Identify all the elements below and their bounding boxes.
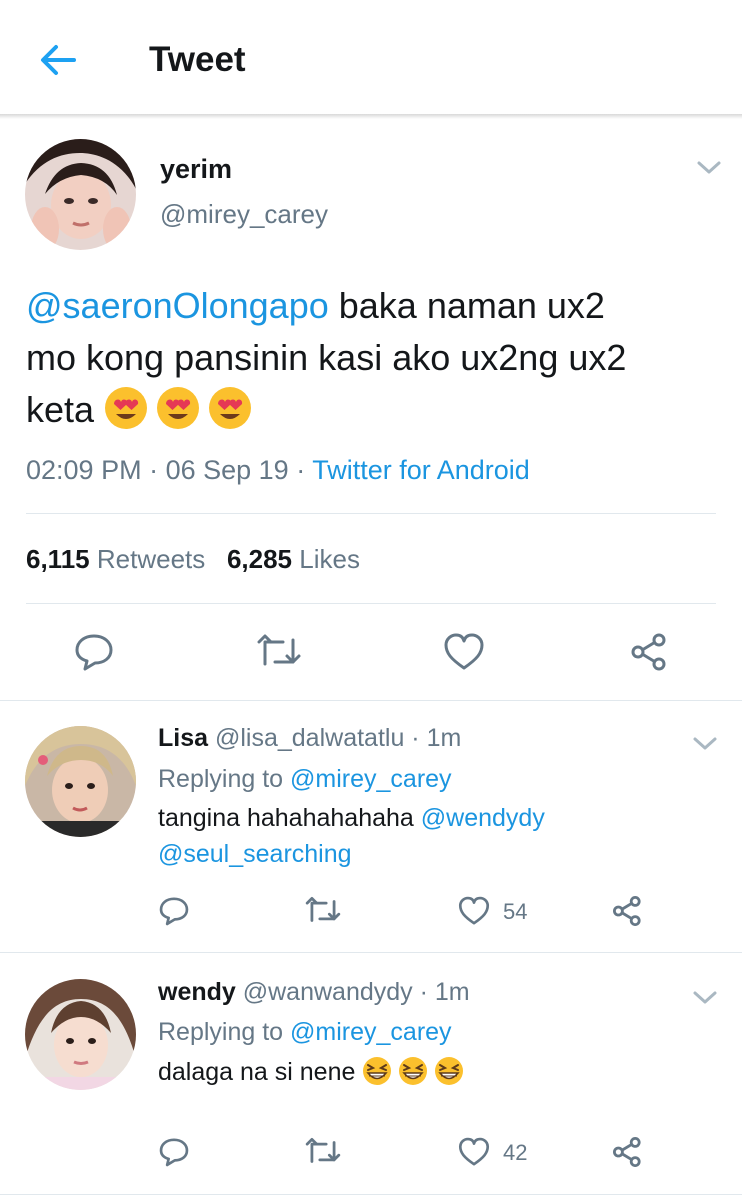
tweet-source-link[interactable]: Twitter for Android [312, 455, 530, 485]
tweet-meta: 02:09 PM · 06 Sep 19 · Twitter for Andro… [26, 450, 530, 490]
separator: · [404, 724, 427, 752]
reply-text-body: tangina hahahahahaha [158, 804, 421, 832]
back-button[interactable] [34, 38, 82, 82]
share-icon [613, 1137, 641, 1167]
reply-text-body: dalaga na si nene [158, 1058, 363, 1086]
author-handle[interactable]: @mirey_carey [160, 197, 328, 231]
mention-link[interactable]: @wendydy [421, 804, 545, 832]
retweet-button[interactable] [255, 634, 303, 675]
reply-author-handle[interactable]: @lisa_dalwatatlu [215, 724, 404, 752]
reply-header: Lisa @lisa_dalwatatlu · 1m [158, 722, 461, 754]
divider [26, 513, 716, 514]
share-button[interactable] [611, 895, 645, 932]
divider [0, 1194, 742, 1195]
separator: · [141, 455, 166, 485]
retweet-button[interactable] [304, 896, 342, 931]
replying-prefix: Replying to [158, 765, 284, 793]
reply-button[interactable] [158, 1136, 190, 1173]
heart-icon [444, 633, 484, 670]
reply-icon [159, 1138, 189, 1167]
reply-author-name[interactable]: wendy [158, 978, 236, 1006]
divider [0, 952, 742, 953]
reply-header: wendy @wanwandydy · 1m [158, 976, 470, 1008]
heart-icon [458, 1137, 490, 1166]
likes-stat[interactable]: 6,285 Likes [227, 544, 360, 574]
heart-icon [458, 896, 490, 925]
tweet-text-line3: keta [26, 389, 95, 430]
mention-link[interactable]: @seul_searching [158, 840, 352, 868]
tweet-stats: 6,115 Retweets 6,285 Likes [26, 540, 360, 578]
divider [26, 603, 716, 604]
reply-button[interactable] [73, 632, 115, 677]
tweet-text: @saeronOlongapo baka naman ux2 mo kong p… [26, 280, 716, 444]
share-button[interactable] [629, 632, 671, 677]
reply-icon [159, 897, 189, 926]
avatar[interactable] [25, 139, 136, 250]
tweet-date: 06 Sep 19 [165, 455, 289, 485]
grinning-squinting-emoji-icon [362, 1056, 466, 1096]
tweet-text-line1: baka naman ux2 [328, 285, 605, 326]
reply-time: 1m [426, 724, 462, 752]
reply-text: tangina hahahahahaha @wendydy @seul_sear… [158, 800, 638, 872]
page-title: Tweet [149, 40, 246, 79]
likes-label: Likes [299, 544, 360, 574]
share-icon [613, 896, 641, 926]
retweet-icon [305, 896, 341, 922]
chevron-down-icon [693, 737, 717, 750]
replying-to-link[interactable]: @mirey_carey [290, 765, 452, 793]
replying-to: Replying to @mirey_carey [158, 762, 452, 796]
likes-count: 6,285 [226, 544, 293, 574]
retweets-stat[interactable]: 6,115 Retweets [26, 544, 205, 574]
tweet-time: 02:09 PM [26, 455, 142, 485]
reply-author-handle[interactable]: @wanwandydy [243, 978, 413, 1006]
mention-link[interactable]: @saeronOlongapo [26, 285, 329, 326]
tweet-text-line2: mo kong pansinin kasi ako ux2ng ux2 [26, 337, 627, 378]
separator: · [412, 978, 435, 1006]
chevron-down-icon [697, 161, 721, 174]
header-shadow [0, 114, 742, 119]
retweets-label: Retweets [96, 544, 206, 574]
reply-time: 1m [434, 978, 470, 1006]
replying-to: Replying to @mirey_carey [158, 1015, 452, 1049]
reply-text: dalaga na si nene [158, 1054, 638, 1096]
like-count: 54 [503, 899, 528, 924]
avatar[interactable] [25, 726, 136, 837]
arrow-left-icon [41, 45, 76, 75]
share-icon [631, 633, 666, 671]
share-button[interactable] [611, 1136, 645, 1173]
replying-to-link[interactable]: @mirey_carey [290, 1018, 452, 1046]
like-button[interactable] [458, 895, 490, 932]
reply-button[interactable] [158, 895, 190, 932]
replying-prefix: Replying to [158, 1018, 284, 1046]
retweet-button[interactable] [304, 1137, 342, 1172]
chevron-down-icon [693, 991, 717, 1004]
retweet-icon [305, 1137, 341, 1163]
author-name[interactable]: yerim [160, 152, 232, 186]
like-button[interactable] [458, 1136, 490, 1173]
reply-author-name[interactable]: Lisa [158, 724, 208, 752]
retweets-count: 6,115 [26, 544, 90, 574]
retweet-icon [257, 634, 301, 666]
avatar[interactable] [25, 979, 136, 1090]
reply-icon [75, 634, 113, 671]
like-count: 42 [503, 1140, 528, 1165]
heart-eyes-emoji-icon [104, 386, 252, 444]
separator: · [288, 455, 313, 485]
app-header [0, 0, 742, 116]
divider [0, 700, 742, 701]
reply-menu-button[interactable] [692, 988, 718, 1013]
tweet-menu-button[interactable] [696, 158, 722, 183]
like-button[interactable] [443, 632, 485, 677]
reply-menu-button[interactable] [692, 734, 718, 759]
